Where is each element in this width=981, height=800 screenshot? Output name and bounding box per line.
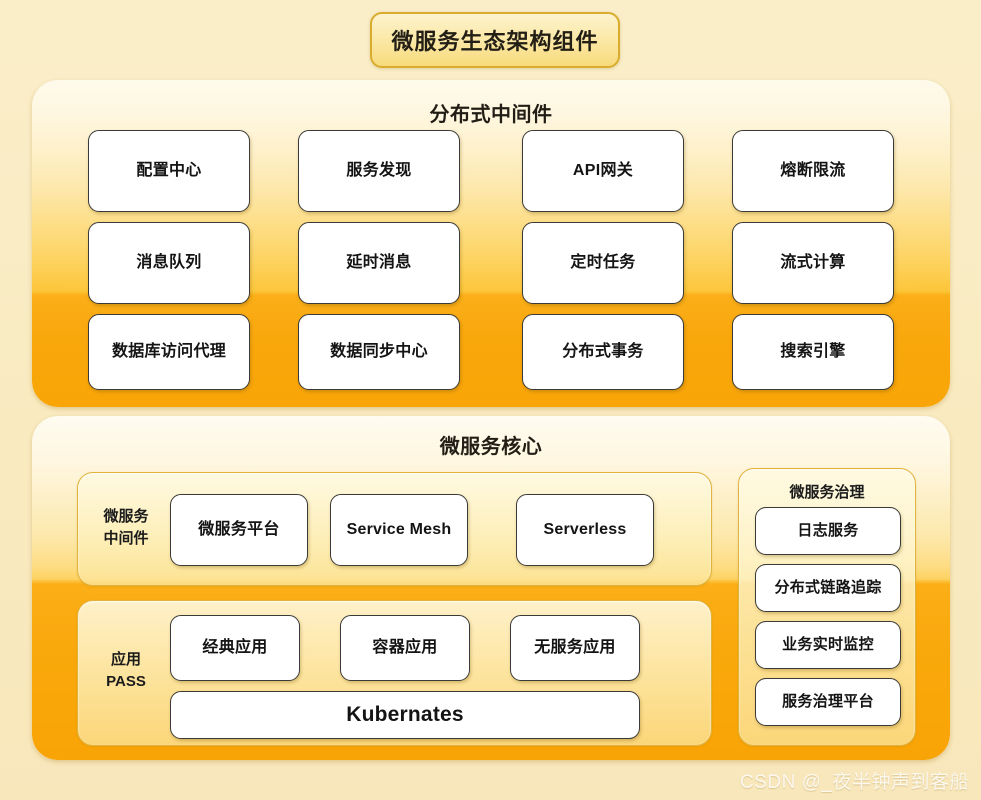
component-label: Service Mesh bbox=[346, 521, 452, 539]
component-label: 分布式事务 bbox=[562, 343, 644, 361]
component-label: 服务治理平台 bbox=[782, 693, 874, 710]
component-label: 容器应用 bbox=[372, 639, 438, 657]
diagram-title-text: 微服务生态架构组件 bbox=[391, 29, 599, 54]
component-box-kubernates[interactable]: Kubernates bbox=[170, 691, 640, 739]
component-box[interactable]: 分布式事务 bbox=[522, 314, 684, 390]
component-box[interactable]: 分布式链路追踪 bbox=[755, 564, 901, 612]
component-label: Kubernates bbox=[346, 703, 464, 727]
component-label: 消息队列 bbox=[136, 254, 202, 272]
component-label: 无服务应用 bbox=[534, 639, 616, 657]
component-label: 流式计算 bbox=[780, 254, 846, 272]
section-title-microservice-core: 微服务核心 bbox=[439, 436, 543, 458]
component-label: 微服务平台 bbox=[198, 521, 280, 539]
component-label: 经典应用 bbox=[202, 639, 268, 657]
component-box[interactable]: 微服务平台 bbox=[170, 494, 308, 566]
component-box[interactable]: 消息队列 bbox=[88, 222, 250, 304]
component-label: 延时消息 bbox=[346, 254, 412, 272]
group-label-microservice-middleware: 微服务 中间件 bbox=[90, 506, 162, 550]
component-label: 定时任务 bbox=[570, 254, 636, 272]
component-label: 熔断限流 bbox=[780, 162, 846, 180]
component-label: 搜索引擎 bbox=[780, 343, 846, 361]
component-box[interactable]: 熔断限流 bbox=[732, 130, 894, 212]
group-label-line2: 中间件 bbox=[103, 529, 149, 547]
component-box[interactable]: 服务发现 bbox=[298, 130, 460, 212]
component-box[interactable]: 服务治理平台 bbox=[755, 678, 901, 726]
component-box[interactable]: 定时任务 bbox=[522, 222, 684, 304]
component-box[interactable]: API网关 bbox=[522, 130, 684, 212]
section-microservice-core: 微服务核心 微服务 中间件 微服务平台 Service Mesh Serverl… bbox=[32, 416, 950, 760]
component-label: API网关 bbox=[572, 162, 634, 180]
component-box[interactable]: 搜索引擎 bbox=[732, 314, 894, 390]
group-title-microservice-governance: 微服务治理 bbox=[789, 484, 865, 501]
component-box[interactable]: 配置中心 bbox=[88, 130, 250, 212]
section-title-distributed-middleware: 分布式中间件 bbox=[429, 104, 553, 126]
component-box[interactable]: Serverless bbox=[516, 494, 654, 566]
component-box[interactable]: 无服务应用 bbox=[510, 615, 640, 681]
group-microservice-middleware: 微服务 中间件 微服务平台 Service Mesh Serverless bbox=[77, 472, 712, 586]
component-box[interactable]: 流式计算 bbox=[732, 222, 894, 304]
csdn-watermark: CSDN @_夜半钟声到客船 bbox=[740, 772, 969, 793]
component-box[interactable]: Service Mesh bbox=[330, 494, 468, 566]
diagram-title: 微服务生态架构组件 bbox=[370, 12, 620, 68]
component-label: 分布式链路追踪 bbox=[774, 579, 882, 596]
component-label: 数据库访问代理 bbox=[111, 343, 227, 361]
component-label: 业务实时监控 bbox=[782, 636, 874, 653]
group-label-application-paas: 应用 PASS bbox=[90, 649, 162, 693]
component-label: Serverless bbox=[543, 521, 627, 539]
component-label: 服务发现 bbox=[346, 162, 412, 180]
group-label-line2: PASS bbox=[106, 672, 146, 690]
component-box[interactable]: 日志服务 bbox=[755, 507, 901, 555]
component-box[interactable]: 数据库访问代理 bbox=[88, 314, 250, 390]
group-label-line1: 应用 bbox=[110, 651, 141, 668]
component-box[interactable]: 经典应用 bbox=[170, 615, 300, 681]
component-box[interactable]: 延时消息 bbox=[298, 222, 460, 304]
section-distributed-middleware: 分布式中间件 配置中心 服务发现 API网关 熔断限流 消息队列 延时消息 定时… bbox=[32, 80, 950, 407]
diagram-canvas: 微服务生态架构组件 分布式中间件 配置中心 服务发现 API网关 熔断限流 消息… bbox=[0, 0, 981, 800]
component-label: 配置中心 bbox=[136, 162, 202, 180]
group-label-line1: 微服务 bbox=[103, 508, 149, 525]
group-microservice-governance: 微服务治理 日志服务 分布式链路追踪 业务实时监控 服务治理平台 bbox=[738, 468, 916, 746]
component-label: 数据同步中心 bbox=[330, 343, 428, 361]
component-box[interactable]: 容器应用 bbox=[340, 615, 470, 681]
group-application-paas: 应用 PASS 经典应用 容器应用 无服务应用 Kubernates bbox=[77, 600, 712, 746]
component-box[interactable]: 数据同步中心 bbox=[298, 314, 460, 390]
component-box[interactable]: 业务实时监控 bbox=[755, 621, 901, 669]
component-label: 日志服务 bbox=[797, 522, 859, 539]
